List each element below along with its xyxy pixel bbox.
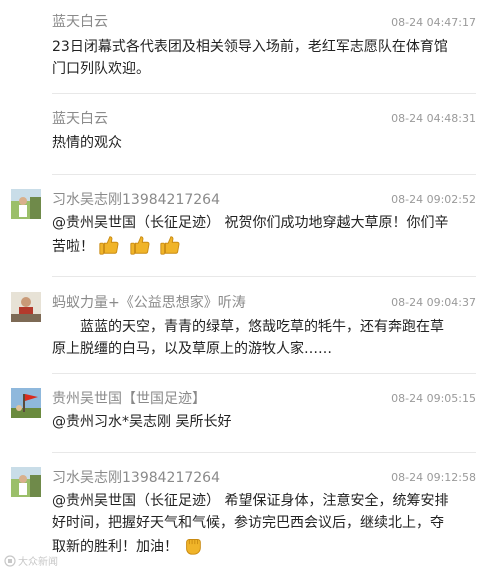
divider bbox=[52, 452, 476, 453]
comment-time: 08-24 09:02:52 bbox=[391, 193, 476, 206]
avatar[interactable] bbox=[11, 467, 41, 497]
divider bbox=[52, 93, 476, 94]
watermark-text: 大众新闻 bbox=[18, 557, 58, 568]
comment-author[interactable]: 蓝天白云 bbox=[52, 13, 108, 31]
comment-text: @贵州吴世国（长征足迹） 祝贺你们成功地穿越大草原！你们辛 苦啦！ bbox=[52, 215, 449, 255]
avatar[interactable] bbox=[11, 292, 41, 322]
thumbs-up-icon bbox=[130, 236, 150, 255]
divider bbox=[52, 174, 476, 175]
thumbs-up-icon bbox=[99, 236, 119, 255]
thumbs-up-icon bbox=[160, 236, 180, 255]
comment-author[interactable]: 贵州吴世国【世国足迹】 bbox=[52, 390, 206, 408]
comment-author[interactable]: 习水吴志刚13984217264 bbox=[52, 469, 220, 487]
divider bbox=[52, 276, 476, 277]
comment-time: 08-24 09:04:37 bbox=[391, 296, 476, 309]
avatar[interactable] bbox=[11, 189, 41, 219]
comment-time: 08-24 04:47:17 bbox=[391, 16, 476, 29]
comment-author[interactable]: 习水吴志刚13984217264 bbox=[52, 191, 220, 209]
comment-time: 08-24 04:48:31 bbox=[391, 112, 476, 125]
comment-text: @贵州吴世国（长征足迹） 希望保证身体，注意安全，统筹安排 好时间，把握好天气和… bbox=[52, 493, 449, 555]
comment-text: 热情的观众 bbox=[52, 135, 122, 151]
watermark: 大众新闻 bbox=[4, 553, 58, 568]
comment-text: @贵州习水*吴志刚 吴所长好 bbox=[52, 414, 232, 430]
divider bbox=[52, 373, 476, 374]
comment-time: 08-24 09:05:15 bbox=[391, 392, 476, 405]
comment-author[interactable]: 蓝天白云 bbox=[52, 110, 108, 128]
comment-text: 蓝蓝的天空，青青的绿草，悠哉吃草的牦牛，还有奔跑在草 原上脱缰的白马，以及草原上… bbox=[52, 319, 444, 357]
watermark-logo-icon bbox=[4, 554, 16, 567]
comment-author[interactable]: 蚂蚁力量+《公益思想家》听涛 bbox=[52, 294, 246, 312]
fist-icon bbox=[186, 539, 202, 555]
comment-time: 08-24 09:12:58 bbox=[391, 471, 476, 484]
comment-text: 23日闭幕式各代表团及相关领导入场前，老红军志愿队在体育馆 门口列队欢迎。 bbox=[52, 39, 448, 77]
avatar[interactable] bbox=[11, 388, 41, 418]
